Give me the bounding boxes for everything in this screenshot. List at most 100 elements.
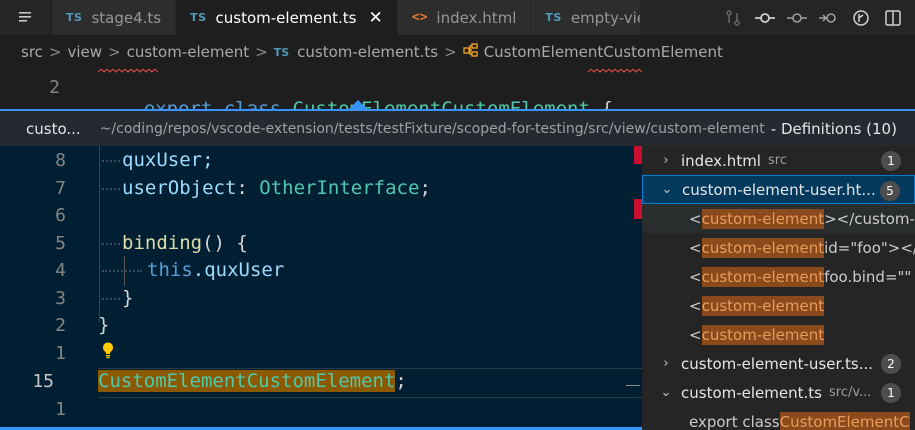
error-marker <box>634 199 642 219</box>
file-name: custom-element-user.ht... <box>682 180 876 199</box>
tab-empty-view[interactable]: TS empty-vie <box>531 0 642 35</box>
line-number: 2 <box>55 315 66 336</box>
tab-stage4[interactable]: TS stage4.ts <box>52 0 177 35</box>
peek-header: custo... ~/coding/repos/vscode-extension… <box>0 109 915 146</box>
line-number: 2 <box>49 77 60 98</box>
semicolon: ; <box>419 177 431 199</box>
breadcrumb-item-file[interactable]: custom-element.ts <box>297 43 438 61</box>
git-commit-prev-icon[interactable] <box>781 0 813 35</box>
reference-match-row[interactable]: < custom-element <box>689 291 825 320</box>
chevron-right-icon[interactable]: › <box>659 356 673 371</box>
line-number: 5 <box>55 233 66 254</box>
definition-match: CustomElementCustomElement <box>98 370 396 392</box>
line-number: 4 <box>55 260 66 281</box>
reference-match-row[interactable]: < custom-element foo.bind="" <box>689 262 911 291</box>
indent-guide <box>99 146 100 322</box>
reference-file-row[interactable]: › custom-element-user.ts... 2 <box>642 349 915 378</box>
file-name: index.html <box>681 151 761 170</box>
reference-file-row-selected[interactable]: ⌄ custom-element-user.ht... 5 <box>642 175 915 204</box>
reference-match-row[interactable]: export class CustomElementC <box>689 407 910 430</box>
symbol-class-icon <box>463 43 478 61</box>
whitespace-marker <box>102 188 120 190</box>
timeline-icon[interactable] <box>845 0 877 35</box>
peek-references-tree[interactable]: › index.html src 1 ⌄ custom-element-user… <box>642 146 915 430</box>
chevron-right-icon: > <box>48 43 62 61</box>
tab-label: empty-vie <box>570 8 642 27</box>
reference-match-row[interactable]: < custom-element id="foo"></ <box>689 233 915 262</box>
typescript-file-icon: TS <box>273 45 290 59</box>
line-number: 6 <box>55 205 66 226</box>
breadcrumb-item-custom-element[interactable]: custom-element <box>127 43 250 61</box>
code-line: binding() { <box>122 232 248 254</box>
reference-match-row[interactable]: < custom-element <box>689 320 825 349</box>
menu-icon[interactable] <box>0 0 52 35</box>
peek-pointer <box>349 100 367 109</box>
match-highlight: custom-element <box>701 237 825 258</box>
peek-editor[interactable]: 8 quxUser; 7 userObject: OtherInterface;… <box>0 146 642 430</box>
breadcrumb-item-src[interactable]: src <box>21 43 43 61</box>
code-line: } <box>98 314 110 336</box>
match-highlight: custom-element <box>701 295 825 316</box>
close-icon[interactable]: ✕ <box>369 8 383 28</box>
match-highlight: custom-element <box>701 266 825 287</box>
typescript-file-icon: TS <box>66 11 83 24</box>
count-badge: 5 <box>880 181 900 201</box>
whitespace-marker <box>102 270 142 272</box>
tab-label: index.html <box>436 8 517 27</box>
line-number-current: 15 <box>32 371 54 392</box>
match-highlight: custom-element <box>701 324 825 345</box>
match-suffix: ></custom-e <box>824 209 915 228</box>
breadcrumb-item-symbol[interactable]: CustomElementCustomElement <box>484 43 723 61</box>
match-prefix: < <box>689 296 702 315</box>
code-line: quxUser; <box>122 149 214 171</box>
file-name: custom-element-user.ts... <box>681 354 874 373</box>
git-commit-icon[interactable] <box>749 0 781 35</box>
editor-main[interactable]: 2 export class CustomElementCustomElemen… <box>0 69 915 120</box>
code-line: this.quxUser <box>147 259 284 281</box>
match-prefix: < <box>689 325 702 344</box>
line-number: 8 <box>55 150 66 171</box>
reference-file-row[interactable]: › index.html src 1 <box>642 146 915 175</box>
typescript-file-icon: TS <box>190 11 207 24</box>
colon: : <box>236 177 260 199</box>
count-badge: 2 <box>881 354 901 374</box>
function-name: binding <box>122 232 203 254</box>
chevron-down-icon[interactable]: ⌄ <box>659 385 673 400</box>
match-highlight: CustomElementC <box>779 411 910 430</box>
match-prefix: < <box>689 238 702 257</box>
git-commit-next-icon[interactable] <box>813 0 845 35</box>
file-name: custom-element.ts <box>681 383 822 402</box>
match-suffix: id="foo"></ <box>824 238 915 257</box>
code-line: CustomElementCustomElement; <box>98 370 407 392</box>
code-line: userObject: OtherInterface; <box>122 177 431 199</box>
line-number: 1 <box>55 399 66 420</box>
tab-custom-element[interactable]: TS custom-element.ts ✕ <box>176 0 398 35</box>
lightbulb-icon[interactable] <box>100 341 116 359</box>
line-number: 1 <box>55 343 66 364</box>
match-suffix: foo.bind="" <box>824 267 912 286</box>
split-editor-icon[interactable] <box>877 0 909 35</box>
reference-match-row[interactable]: < custom-element ></custom-e <box>689 204 915 233</box>
compare-changes-icon[interactable] <box>717 0 749 35</box>
reference-file-row[interactable]: ⌄ custom-element.ts src/v... 1 <box>642 378 915 407</box>
peek-path: ~/coding/repos/vscode-extension/tests/te… <box>99 120 765 137</box>
chevron-right-icon: > <box>255 43 268 61</box>
error-squiggle <box>98 69 643 73</box>
breadcrumb: src > view > custom-element > TS custom-… <box>0 35 915 69</box>
property-name: userObject <box>122 177 237 199</box>
whitespace-marker <box>102 160 120 162</box>
tab-index-html[interactable]: <> index.html <box>397 0 532 35</box>
match-highlight: custom-element <box>701 208 825 229</box>
chevron-down-icon[interactable]: ⌄ <box>660 182 674 197</box>
keyword-this: this <box>147 259 193 281</box>
line-number: 3 <box>55 288 66 309</box>
match-prefix: export class <box>689 412 780 430</box>
chevron-right-icon[interactable]: › <box>659 153 673 168</box>
breadcrumb-item-view[interactable]: view <box>67 43 102 61</box>
editor-actions <box>711 0 915 35</box>
chevron-right-icon: > <box>444 43 457 61</box>
file-dir: src/v... <box>828 385 872 400</box>
peek-title[interactable]: custo... <box>26 120 81 138</box>
typescript-file-icon: TS <box>545 11 562 24</box>
semicolon: ; <box>395 370 407 392</box>
